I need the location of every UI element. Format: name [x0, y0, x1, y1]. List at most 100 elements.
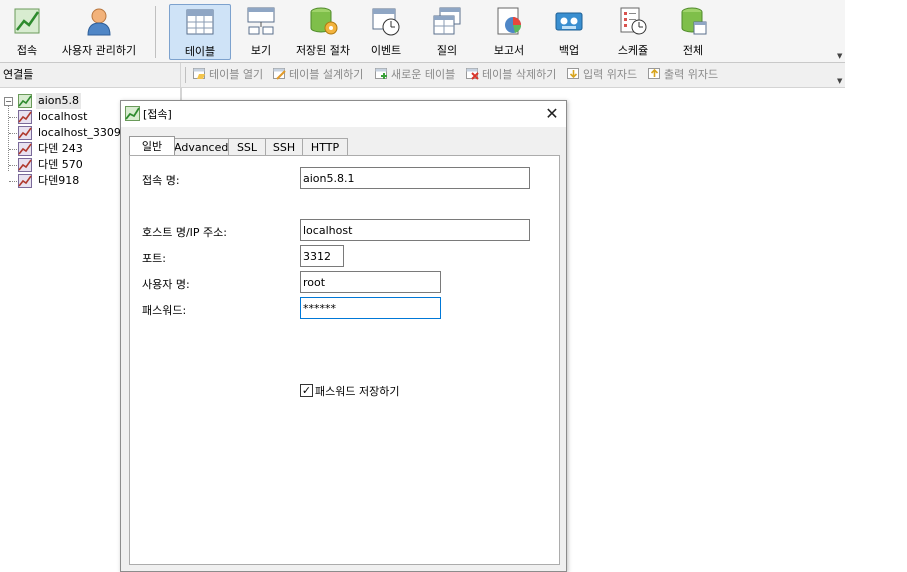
toolbar-connection-button[interactable]: 접속: [4, 4, 50, 60]
connection-active-icon: [18, 94, 32, 108]
connection-label: localhost_3309: [38, 126, 121, 139]
connection-label: 다덴 570: [38, 158, 83, 171]
main-toolbar: 접속 사용자 관리하기 테이블 보기 저장된 절차 이벤트 질의 보고서 백업 …: [0, 0, 845, 63]
connection-name-input[interactable]: [300, 167, 530, 189]
view-icon: [246, 6, 276, 36]
connection-dialog: [접속] ✕ Advanced SSL SSH HTTP 일반 접속 명: 호스…: [120, 100, 567, 572]
toolbar-overflow-icon[interactable]: ▼: [837, 52, 842, 60]
user-icon: [84, 6, 114, 36]
tab-http[interactable]: HTTP: [302, 138, 348, 155]
object-toolbar-overflow-icon[interactable]: ▼: [837, 77, 842, 85]
tab-ssh[interactable]: SSH: [265, 138, 303, 155]
connection-icon: [18, 110, 32, 124]
toolbar-user-management-button[interactable]: 사용자 관리하기: [58, 4, 140, 60]
port-input[interactable]: [300, 245, 344, 267]
import-wizard-button[interactable]: 입력 위자드: [567, 67, 637, 83]
toolbar-all-button[interactable]: 전체: [670, 4, 716, 60]
toolbar-report-button[interactable]: 보고서: [486, 4, 532, 60]
toolbar-view-button[interactable]: 보기: [238, 4, 284, 60]
connection-icon: [12, 6, 42, 36]
open-table-button[interactable]: 테이블 열기: [193, 67, 263, 83]
new-table-icon: [375, 67, 388, 80]
export-wizard-label: 출력 위자드: [664, 68, 719, 81]
export-wizard-icon: [648, 67, 661, 80]
delete-table-label: 테이블 삭제하기: [482, 68, 557, 81]
username-label: 사용자 명:: [142, 278, 190, 291]
toolbar-query-button[interactable]: 질의: [424, 4, 470, 60]
password-input[interactable]: [300, 297, 441, 319]
design-table-label: 테이블 설계하기: [289, 68, 364, 81]
tab-general[interactable]: 일반: [129, 136, 175, 156]
import-wizard-icon: [567, 67, 580, 80]
toolbar-label: 전체: [682, 44, 704, 57]
connection-icon: [18, 174, 32, 188]
toolbar-label: 보고서: [493, 44, 525, 57]
toolbar-label: 이벤트: [370, 44, 402, 57]
toolbar-event-button[interactable]: 이벤트: [362, 4, 410, 60]
connection-name-label: 접속 명:: [142, 174, 180, 187]
query-icon: [432, 6, 462, 36]
toolbar-schedule-button[interactable]: 스케쥴: [610, 4, 656, 60]
connection-label: localhost: [38, 110, 88, 123]
tab-advanced[interactable]: Advanced: [173, 138, 229, 155]
tab-label: SSH: [272, 141, 296, 154]
save-password-label: 패스워드 저장하기: [315, 385, 400, 398]
dialog-titlebar[interactable]: [접속] ✕: [121, 101, 566, 127]
general-tab-panel: 접속 명: 호스트 명/IP 주소: 포트: 사용자 명: 패스워드: ✓ 패스…: [129, 155, 560, 565]
tab-ssl[interactable]: SSL: [228, 138, 266, 155]
open-table-label: 테이블 열기: [209, 68, 264, 81]
toolbar-label: 스케쥴: [617, 44, 649, 57]
report-icon: [494, 6, 524, 36]
host-label: 호스트 명/IP 주소:: [142, 226, 228, 239]
host-input[interactable]: [300, 219, 530, 241]
connection-label: aion5.8: [36, 93, 81, 109]
connection-icon: [18, 158, 32, 172]
connection-label: 다덴918: [38, 174, 80, 187]
connection-icon: [18, 142, 32, 156]
tab-label: SSL: [236, 141, 258, 154]
toolbar-table-button[interactable]: 테이블: [169, 4, 231, 60]
connections-header: 연결들: [0, 63, 180, 88]
export-wizard-button[interactable]: 출력 위자드: [648, 67, 718, 83]
procedure-icon: [308, 6, 338, 36]
delete-table-icon: [466, 67, 479, 80]
tab-label: 일반: [141, 140, 163, 153]
event-icon: [371, 6, 401, 36]
toolbar-label: 사용자 관리하기: [61, 44, 137, 57]
toolbar-separator: [155, 6, 156, 58]
all-icon: [678, 6, 708, 36]
import-wizard-label: 입력 위자드: [583, 68, 638, 81]
port-label: 포트:: [142, 252, 166, 265]
toolbar-label: 저장된 절차: [295, 44, 351, 57]
delete-table-button[interactable]: 테이블 삭제하기: [466, 67, 556, 83]
new-table-label: 새로운 테이블: [391, 68, 456, 81]
dialog-tabs: Advanced SSL SSH HTTP 일반: [129, 136, 559, 156]
close-icon[interactable]: ✕: [541, 104, 563, 124]
toolbar-label: 접속: [16, 44, 38, 57]
toolbar-procedure-button[interactable]: 저장된 절차: [292, 4, 354, 60]
schedule-icon: [618, 6, 648, 36]
connection-label: 다덴 243: [38, 142, 83, 155]
toolbar-label: 백업: [558, 44, 580, 57]
collapse-icon[interactable]: −: [4, 97, 13, 106]
username-input[interactable]: [300, 271, 441, 293]
open-table-icon: [193, 67, 206, 80]
toolbar-separator: [185, 67, 186, 83]
backup-icon: [554, 6, 584, 36]
object-toolbar: 테이블 열기 테이블 설계하기 새로운 테이블 테이블 삭제하기 입력 위자드 …: [181, 63, 845, 88]
toolbar-backup-button[interactable]: 백업: [546, 4, 592, 60]
table-icon: [185, 7, 215, 37]
tab-label: Advanced: [174, 141, 229, 154]
tab-label: HTTP: [310, 141, 340, 154]
connection-icon: [125, 106, 140, 121]
connection-icon: [18, 126, 32, 140]
password-label: 패스워드:: [142, 304, 187, 317]
design-table-button[interactable]: 테이블 설계하기: [273, 67, 363, 83]
checkbox-checked-icon[interactable]: ✓: [300, 384, 313, 397]
toolbar-label: 질의: [436, 44, 458, 57]
dialog-title: [접속]: [143, 108, 172, 121]
toolbar-label: 테이블: [184, 45, 216, 58]
design-table-icon: [273, 67, 286, 80]
new-table-button[interactable]: 새로운 테이블: [375, 67, 455, 83]
toolbar-label: 보기: [250, 44, 272, 57]
